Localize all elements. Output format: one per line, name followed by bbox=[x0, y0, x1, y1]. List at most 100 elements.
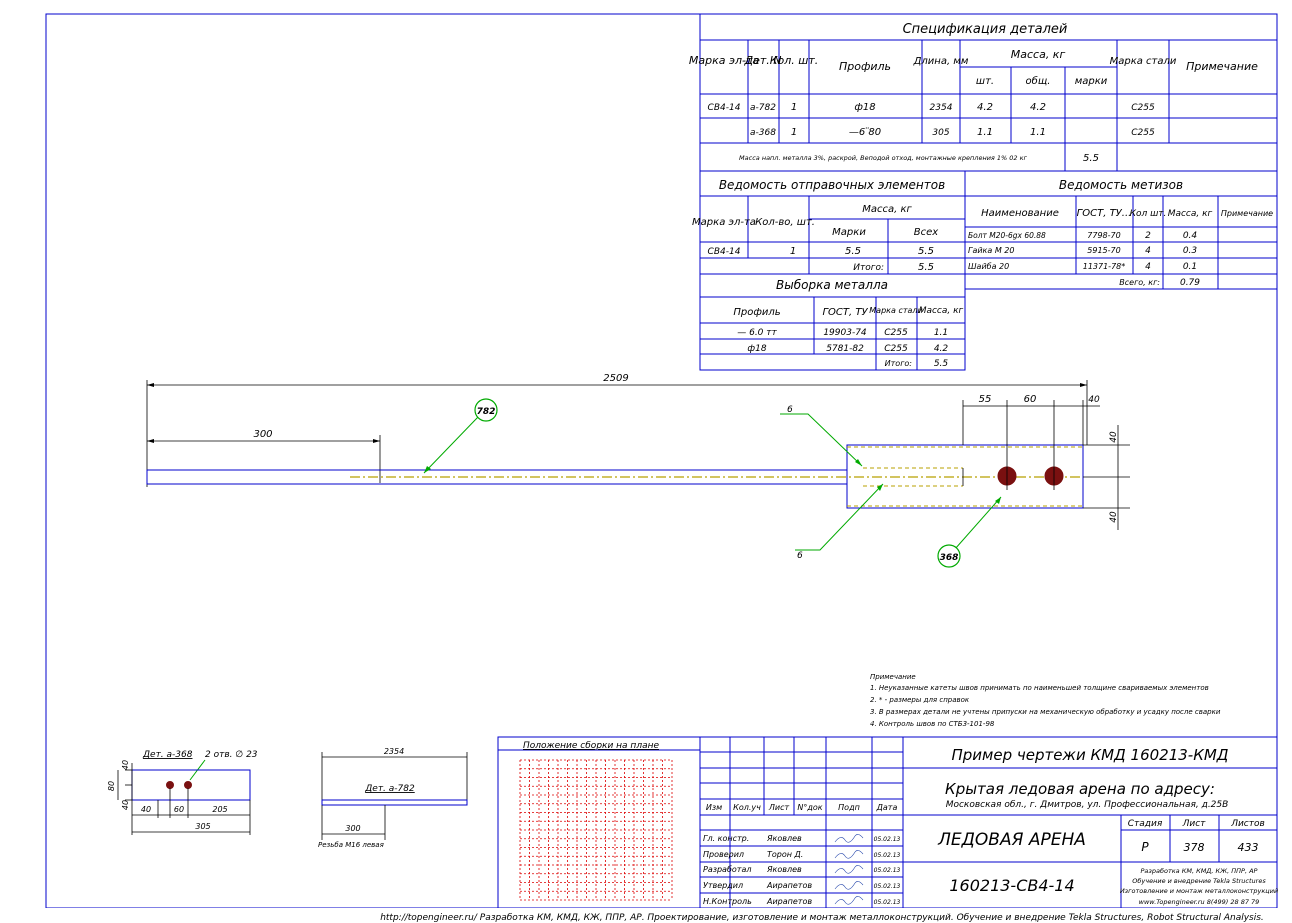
hardware-r1-qty: 4 bbox=[1145, 246, 1151, 256]
spec-r0-steel: С255 bbox=[1131, 103, 1155, 113]
signer-0-role: Гл. констр. bbox=[703, 834, 749, 843]
metal-h-mass: Масса, кг bbox=[919, 306, 964, 316]
company-line-4: www.Topengineer.ru 8(499) 28 87 79 bbox=[1139, 898, 1260, 906]
rev-h-5: Дата bbox=[876, 803, 898, 812]
det368-d205: 205 bbox=[212, 805, 227, 814]
signer-4-date: 05.02.13 bbox=[874, 899, 901, 906]
spec-r0-profile: ф18 bbox=[854, 102, 875, 113]
callout-782: 782 bbox=[477, 407, 496, 417]
project-title: Пример чертежи КМД 160213-КМД bbox=[951, 746, 1228, 764]
shipping-total-label: Итого: bbox=[853, 263, 884, 273]
spec-r0-det: а-782 bbox=[750, 103, 776, 113]
spec-r1-steel: С255 bbox=[1131, 128, 1155, 138]
det368-d40a: 40 bbox=[121, 760, 130, 770]
hardware-h-qty: Кол шт. bbox=[1130, 209, 1167, 219]
spec-h-qty: Кол. шт. bbox=[770, 54, 819, 67]
signer-1-name: Торон Д. bbox=[767, 850, 803, 859]
signer-0-name: Яковлев bbox=[766, 834, 802, 843]
sheets-value: 433 bbox=[1238, 841, 1259, 854]
shipping-h-qty: Кол-во, шт. bbox=[755, 217, 815, 228]
company-line-2: Обучение и внедрение Tekla Structures bbox=[1132, 877, 1266, 885]
hardware-r2-name: Шайба 20 bbox=[968, 262, 1009, 271]
spec-h-profile: Профиль bbox=[839, 60, 891, 73]
sheet-label: Лист bbox=[1182, 819, 1207, 829]
spec-h-mass-pc: шт. bbox=[976, 76, 994, 87]
hardware-r2-qty: 4 bbox=[1145, 262, 1151, 272]
dim-40-r2: 40 bbox=[1109, 511, 1119, 523]
metal-r0-mass: 1.1 bbox=[934, 328, 948, 338]
spec-r0-mark: СВ4-14 bbox=[708, 103, 741, 113]
det368-d305: 305 bbox=[195, 822, 210, 831]
metal-total-label: Итого: bbox=[885, 359, 913, 368]
metal-r1-steel: С255 bbox=[884, 344, 908, 354]
detail-782: 2354 Дет. а-782 300 Резьба М16 левая bbox=[318, 747, 468, 849]
metal-r0-gost: 19903-74 bbox=[823, 328, 867, 338]
metal-r0-steel: С255 bbox=[884, 328, 908, 338]
spec-title: Спецификация деталей bbox=[903, 22, 1068, 37]
shipping-r0-mass-all: 5.5 bbox=[918, 246, 934, 257]
det782-dim-top: 2354 bbox=[384, 747, 404, 756]
spec-h-note: Примечание bbox=[1186, 60, 1258, 73]
sheet-border bbox=[45, 13, 1278, 909]
notes-title: Примечание bbox=[870, 673, 916, 681]
spec-r0-mass-total: 4.2 bbox=[1030, 102, 1046, 113]
spec-r1-det: а-368 bbox=[750, 128, 776, 138]
signer-3-role: Утвердил bbox=[703, 881, 743, 890]
spec-r0-qty: 1 bbox=[791, 102, 797, 113]
signer-2-role: Разработал bbox=[703, 865, 751, 874]
signatures bbox=[834, 834, 864, 905]
det368-title: Дет. а-368 bbox=[142, 750, 193, 760]
shipping-h-mark: Марка эл-та bbox=[692, 217, 756, 228]
sheets-label: Листов bbox=[1230, 819, 1265, 829]
signer-4-name: Аирапетов bbox=[766, 897, 812, 906]
signer-2-date: 05.02.13 bbox=[874, 867, 901, 874]
note-4: 4. Контроль швов по СТБ3-101-98 bbox=[870, 720, 995, 728]
title-block: Положение сборки на плане Изм Кол.уч Лис… bbox=[497, 736, 1278, 909]
rev-h-4: Подп bbox=[838, 803, 860, 812]
spec-r1-qty: 1 bbox=[791, 127, 797, 138]
dim-55: 55 bbox=[979, 394, 992, 405]
rev-h-3: N°док bbox=[797, 803, 822, 812]
spec-table: Спецификация деталей Марка эл-та Дет. N … bbox=[689, 13, 1278, 172]
rev-h-2: Лист bbox=[768, 803, 790, 812]
drawing-sheet: Спецификация деталей Марка эл-та Дет. N … bbox=[0, 13, 1292, 923]
metal-total: 5.5 bbox=[934, 359, 949, 369]
shipping-h-mass: Масса, кг bbox=[862, 204, 912, 215]
metal-r1-gost: 5781-82 bbox=[826, 344, 864, 354]
spec-h-mass-total: общ. bbox=[1026, 75, 1051, 87]
signer-1-date: 05.02.13 bbox=[874, 852, 901, 859]
spec-r1-mass-pc: 1.1 bbox=[977, 127, 993, 138]
shipping-h-mass-all: Всех bbox=[914, 227, 939, 238]
det368-hole-1 bbox=[166, 781, 174, 789]
dim-40-r1: 40 bbox=[1109, 431, 1119, 443]
detail-368: Дет. а-368 2 отв. ∅ 23 40 80 40 40 60 20… bbox=[107, 750, 258, 835]
notes-block: Примечание 1. Неуказанные катеты швов пр… bbox=[870, 673, 1221, 728]
note-1: 1. Неуказанные катеты швов принимать по … bbox=[870, 684, 1209, 692]
shipping-table: Ведомость отправочных элементов Марка эл… bbox=[692, 170, 966, 275]
weld-top-size: 6 bbox=[787, 405, 793, 415]
metal-r1-mass: 4.2 bbox=[934, 344, 949, 354]
dim-60: 60 bbox=[1024, 394, 1037, 405]
hardware-total: 0.79 bbox=[1180, 278, 1200, 288]
sheet-value: 378 bbox=[1184, 841, 1205, 854]
callout-368: 368 bbox=[940, 553, 959, 563]
hardware-h-name: Наименование bbox=[981, 208, 1059, 219]
stage-value: Р bbox=[1141, 840, 1149, 854]
det782-title: Дет. а-782 bbox=[364, 784, 415, 794]
hardware-r2-gost: 11371-78* bbox=[1083, 262, 1126, 271]
det368-d80: 80 bbox=[107, 781, 116, 791]
spec-r0-length: 2354 bbox=[930, 103, 953, 113]
object-title: Крытая ледовая арена по адресу: bbox=[945, 780, 1215, 798]
hardware-r1-mass: 0.3 bbox=[1183, 246, 1198, 256]
shipping-title: Ведомость отправочных элементов bbox=[719, 178, 945, 192]
signer-1-role: Проверил bbox=[703, 850, 744, 859]
metal-h-gost: ГОСТ, ТУ bbox=[822, 307, 868, 318]
spec-r1-length: 305 bbox=[932, 128, 949, 138]
hardware-h-gost: ГОСТ, ТУ... bbox=[1077, 208, 1132, 219]
det368-d40c: 40 bbox=[141, 805, 151, 814]
metal-r1-profile: ф18 bbox=[747, 344, 766, 354]
dim-300: 300 bbox=[253, 429, 272, 440]
stage-label: Стадия bbox=[1128, 819, 1163, 829]
spec-r1-profile: —6 ̈80 bbox=[849, 127, 881, 138]
det368-d60: 60 bbox=[174, 805, 184, 814]
